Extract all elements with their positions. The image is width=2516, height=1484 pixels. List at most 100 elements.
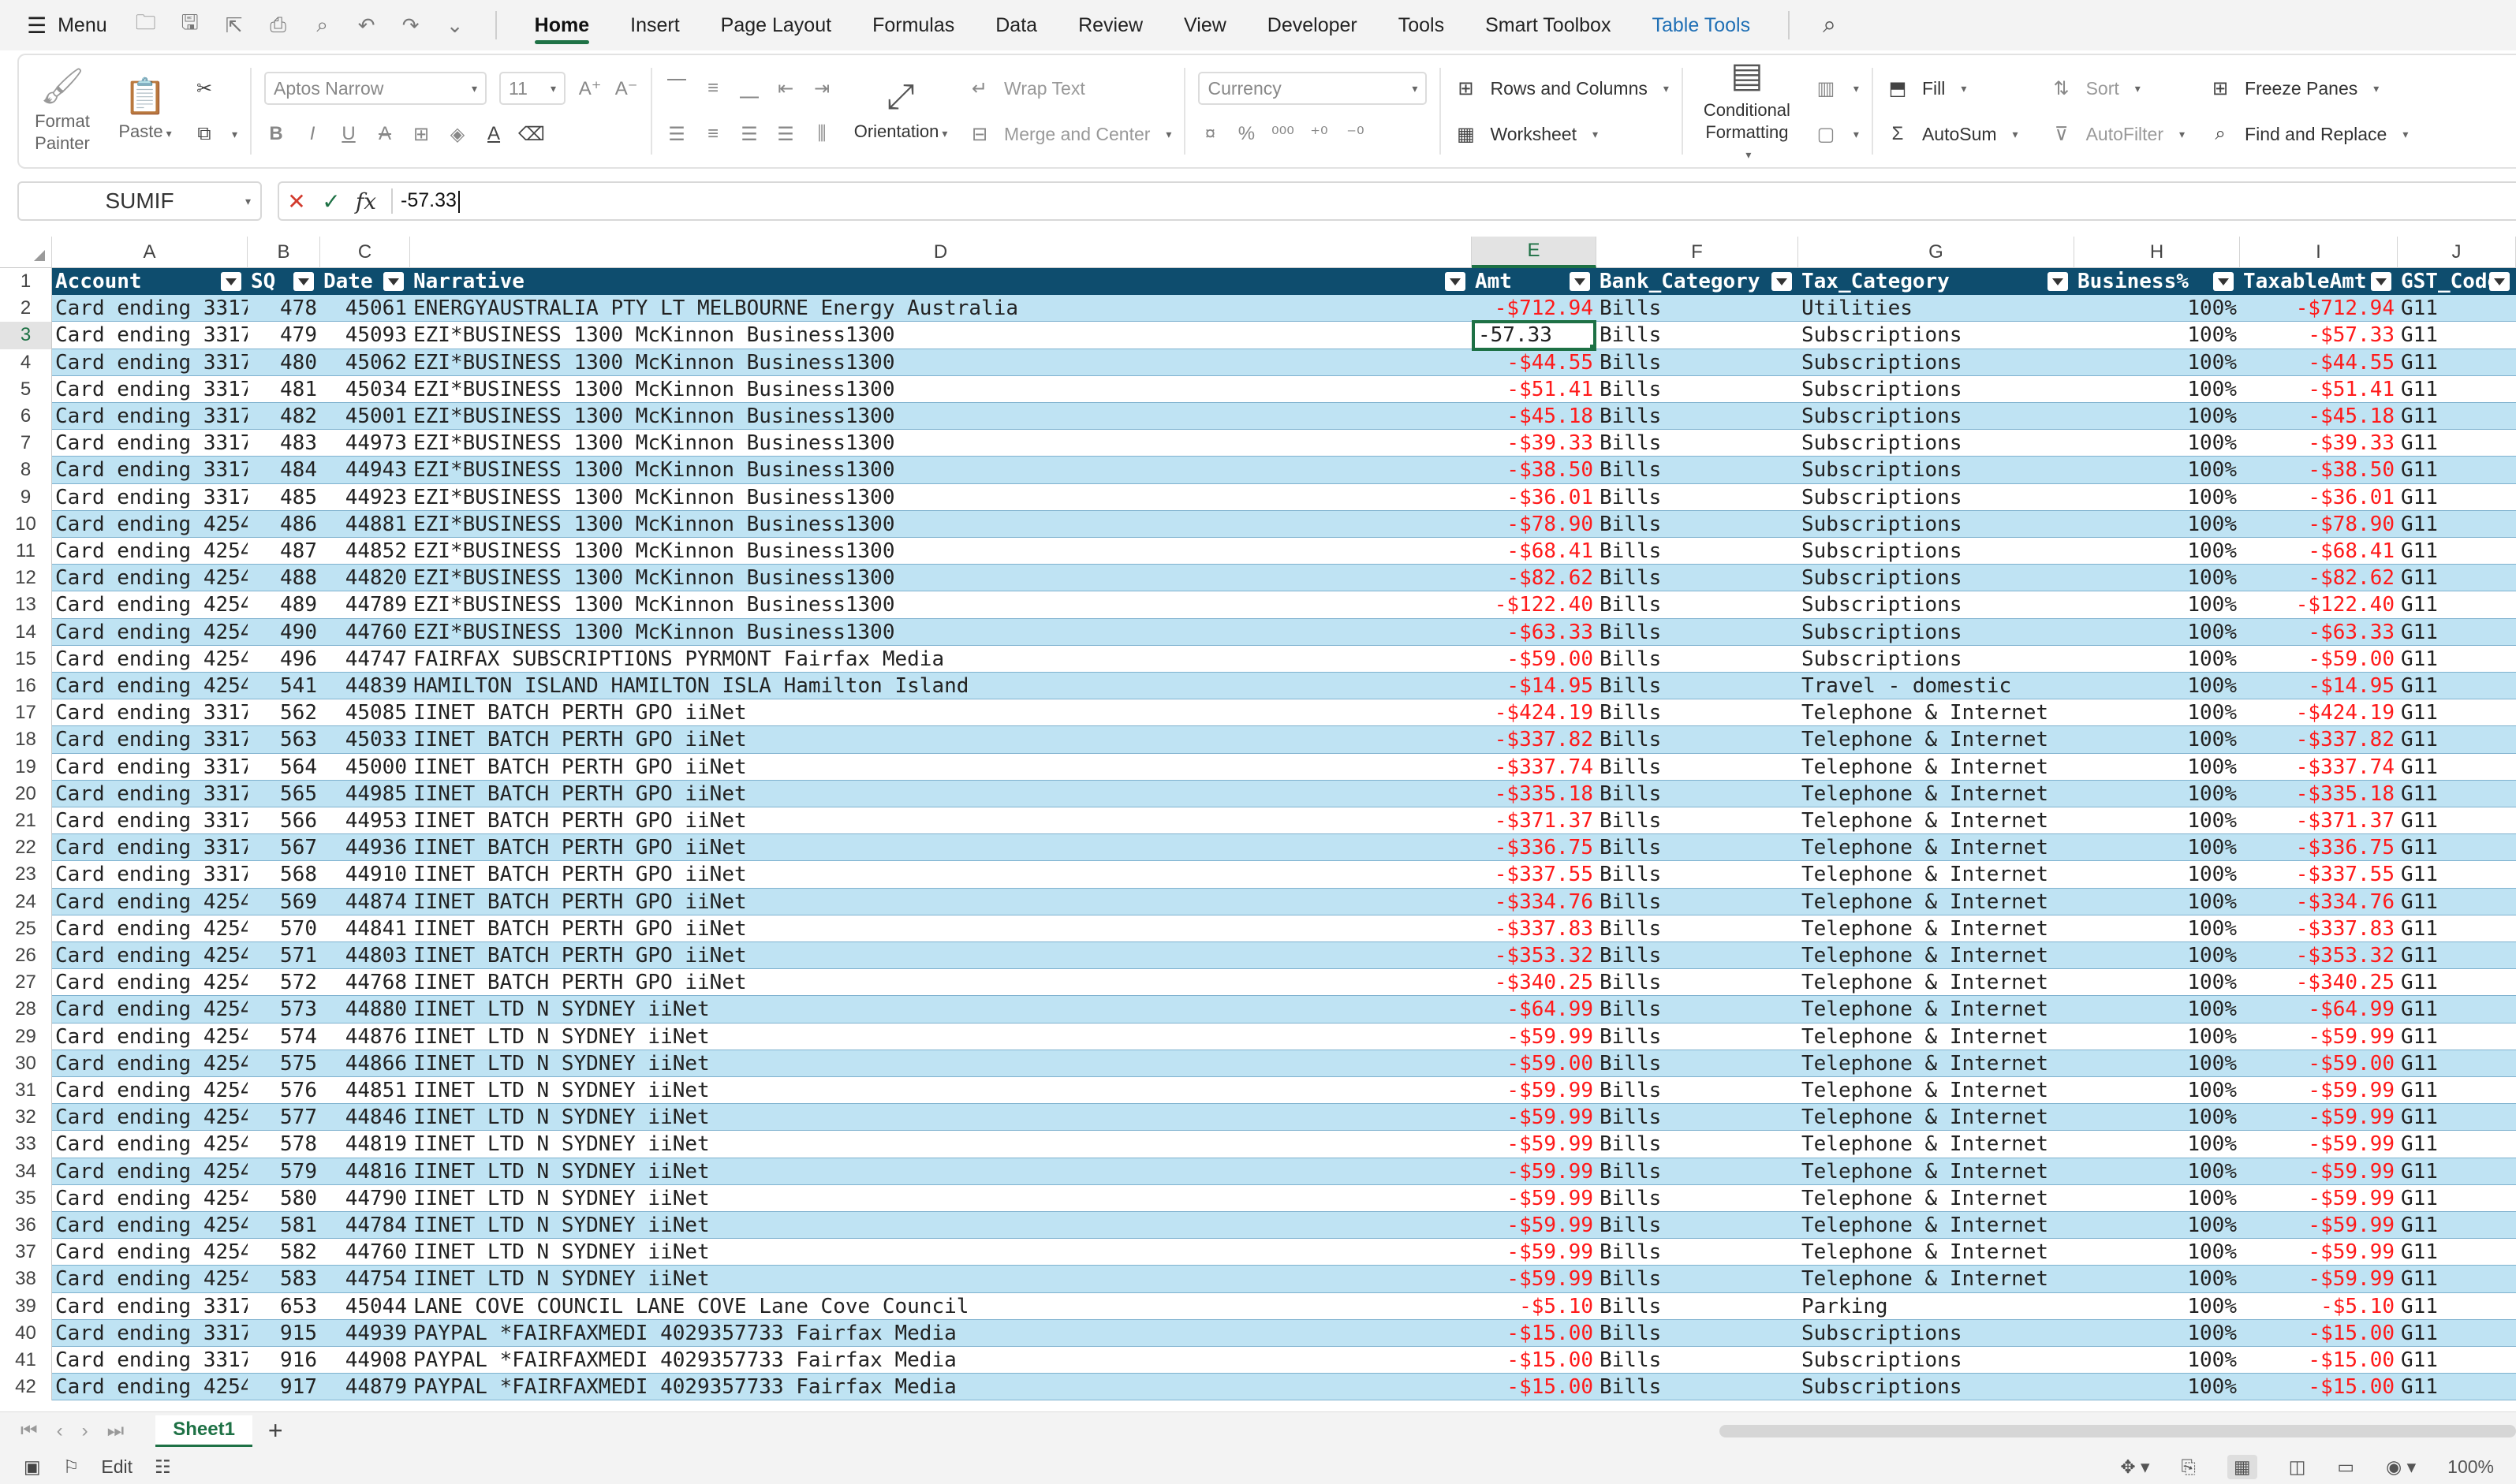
cell-d[interactable]: IINET LTD N SYDNEY iiNet — [410, 1024, 1472, 1050]
cell-b[interactable]: 484 — [248, 457, 320, 483]
cell-j[interactable]: G11 — [2398, 673, 2516, 699]
cell-h[interactable]: 100% — [2074, 1104, 2240, 1131]
filter-dropdown-icon[interactable] — [2489, 272, 2510, 291]
row-header[interactable]: 10 — [0, 510, 52, 538]
cell-g[interactable]: Telephone & Internet — [1798, 1104, 2074, 1131]
column-header-g[interactable]: G — [1798, 237, 2074, 268]
cell-e[interactable]: -$59.99 — [1472, 1158, 1596, 1185]
cell-d[interactable]: IINET BATCH PERTH GPO iiNet — [410, 754, 1472, 781]
add-sheet-button[interactable]: + — [268, 1416, 283, 1445]
tab-smart-toolbox[interactable]: Smart Toolbox — [1465, 0, 1631, 50]
cell-c[interactable]: 44816 — [320, 1158, 410, 1185]
cell-a[interactable]: Card ending 3317 — [52, 861, 248, 888]
cell-a[interactable]: Card ending 4254 — [52, 1024, 248, 1050]
cell-d[interactable]: PAYPAL *FAIRFAXMEDI 4029357733 Fairfax M… — [410, 1374, 1472, 1400]
cell-g[interactable]: Subscriptions — [1798, 376, 2074, 403]
cell-f[interactable]: Bills — [1596, 1050, 1798, 1077]
cell-e[interactable]: -$39.33 — [1472, 430, 1596, 457]
cell-g[interactable]: Telephone & Internet — [1798, 699, 2074, 726]
cell-g[interactable]: Telephone & Internet — [1798, 1239, 2074, 1266]
cell-d[interactable]: EZI*BUSINESS 1300 McKinnon Business1300 — [410, 619, 1472, 646]
cell-g[interactable]: Telephone & Internet — [1798, 754, 2074, 781]
bold-icon[interactable]: B — [264, 121, 288, 147]
cell-g[interactable]: Subscriptions — [1798, 538, 2074, 565]
cell-e[interactable]: -$334.76 — [1472, 889, 1596, 915]
format-painter-button[interactable]: 🖌 Format Painter — [19, 55, 106, 167]
cell-c[interactable]: 44747 — [320, 646, 410, 673]
cell-g[interactable]: Parking — [1798, 1293, 2074, 1320]
thousands-separator-icon[interactable]: ⁰⁰⁰ — [1271, 121, 1294, 147]
row-header[interactable]: 29 — [0, 1023, 52, 1050]
select-all-corner[interactable] — [0, 237, 52, 268]
cell-j[interactable]: G11 — [2398, 295, 2516, 322]
cell-g[interactable]: Subscriptions — [1798, 619, 2074, 646]
find-replace-button[interactable]: ⌕ Find and Replace ▾ — [2208, 119, 2408, 149]
cell-style-icon[interactable]: ▥ — [1814, 75, 1838, 102]
cell-b[interactable]: 485 — [248, 484, 320, 511]
cell-b[interactable]: 541 — [248, 673, 320, 699]
cell-g[interactable]: Subscriptions — [1798, 646, 2074, 673]
cell-h[interactable]: 100% — [2074, 915, 2240, 942]
cell-i[interactable]: -$45.18 — [2240, 403, 2398, 430]
cell-i[interactable]: -$59.99 — [2240, 1104, 2398, 1131]
cell-c[interactable]: 45062 — [320, 349, 410, 376]
cell-c[interactable]: 45093 — [320, 322, 410, 349]
cell-a[interactable]: Card ending 4254 — [52, 1077, 248, 1104]
row-header[interactable]: 30 — [0, 1050, 52, 1077]
cell-c[interactable]: 44852 — [320, 538, 410, 565]
cell-e[interactable]: -$82.62 — [1472, 565, 1596, 591]
cell-j[interactable]: G11 — [2398, 942, 2516, 969]
cell-e[interactable]: -$335.18 — [1472, 781, 1596, 807]
cell-c[interactable]: 44910 — [320, 861, 410, 888]
cell-g[interactable]: Telephone & Internet — [1798, 726, 2074, 753]
cell-b[interactable]: 488 — [248, 565, 320, 591]
cell-j[interactable]: G11 — [2398, 915, 2516, 942]
cell-a[interactable]: Card ending 4254 — [52, 1104, 248, 1131]
cell-h[interactable]: 100% — [2074, 754, 2240, 781]
cell-j[interactable]: G11 — [2398, 889, 2516, 915]
cell-d[interactable]: IINET LTD N SYDNEY iiNet — [410, 1212, 1472, 1239]
cell-b[interactable]: 565 — [248, 781, 320, 807]
cell-e[interactable]: -$59.99 — [1472, 1024, 1596, 1050]
cell-a[interactable]: Card ending 4254 — [52, 942, 248, 969]
cell-c[interactable]: 44953 — [320, 807, 410, 834]
redo-icon[interactable]: ↷ — [396, 10, 426, 40]
header-cell-g[interactable]: Tax_Category — [1798, 268, 2074, 295]
cell-f[interactable]: Bills — [1596, 619, 1798, 646]
cell-b[interactable]: 571 — [248, 942, 320, 969]
name-box[interactable]: SUMIF ▾ — [17, 181, 262, 221]
row-header[interactable]: 5 — [0, 375, 52, 403]
align-center-icon[interactable]: ≡ — [701, 121, 725, 147]
cell-e[interactable]: -$353.32 — [1472, 942, 1596, 969]
cell-g[interactable]: Telephone & Internet — [1798, 889, 2074, 915]
cell-e[interactable]: -$59.99 — [1472, 1185, 1596, 1212]
cell-c[interactable]: 44866 — [320, 1050, 410, 1077]
cell-c[interactable]: 45033 — [320, 726, 410, 753]
cell-g[interactable]: Telephone & Internet — [1798, 1158, 2074, 1185]
cell-c[interactable]: 44841 — [320, 915, 410, 942]
cell-j[interactable]: G11 — [2398, 457, 2516, 483]
cell-j[interactable]: G11 — [2398, 349, 2516, 376]
cell-g[interactable]: Subscriptions — [1798, 1374, 2074, 1400]
cell-j[interactable]: G11 — [2398, 1212, 2516, 1239]
cell-g[interactable]: Telephone & Internet — [1798, 915, 2074, 942]
cell-j[interactable]: G11 — [2398, 322, 2516, 349]
chevron-down-icon[interactable]: ▾ — [1853, 128, 1859, 141]
row-header[interactable]: 24 — [0, 888, 52, 915]
cell-g[interactable]: Telephone & Internet — [1798, 1212, 2074, 1239]
cell-g[interactable]: Subscriptions — [1798, 457, 2074, 483]
font-size-select[interactable]: 11 ▾ — [499, 72, 566, 105]
cell-a[interactable]: Card ending 4254 — [52, 915, 248, 942]
row-header[interactable]: 20 — [0, 780, 52, 807]
cell-i[interactable]: -$337.82 — [2240, 726, 2398, 753]
cell-i[interactable]: -$712.94 — [2240, 295, 2398, 322]
cell-i[interactable]: -$59.99 — [2240, 1212, 2398, 1239]
cell-f[interactable]: Bills — [1596, 430, 1798, 457]
cell-f[interactable]: Bills — [1596, 1320, 1798, 1347]
cell-j[interactable]: G11 — [2398, 1239, 2516, 1266]
row-header[interactable]: 39 — [0, 1292, 52, 1320]
cell-b[interactable]: 566 — [248, 807, 320, 834]
cell-d[interactable]: EZI*BUSINESS 1300 McKinnon Business1300 — [410, 484, 1472, 511]
orientation-button[interactable]: ⤢ Orientation ▾ — [842, 55, 960, 167]
cell-j[interactable]: G11 — [2398, 1131, 2516, 1158]
